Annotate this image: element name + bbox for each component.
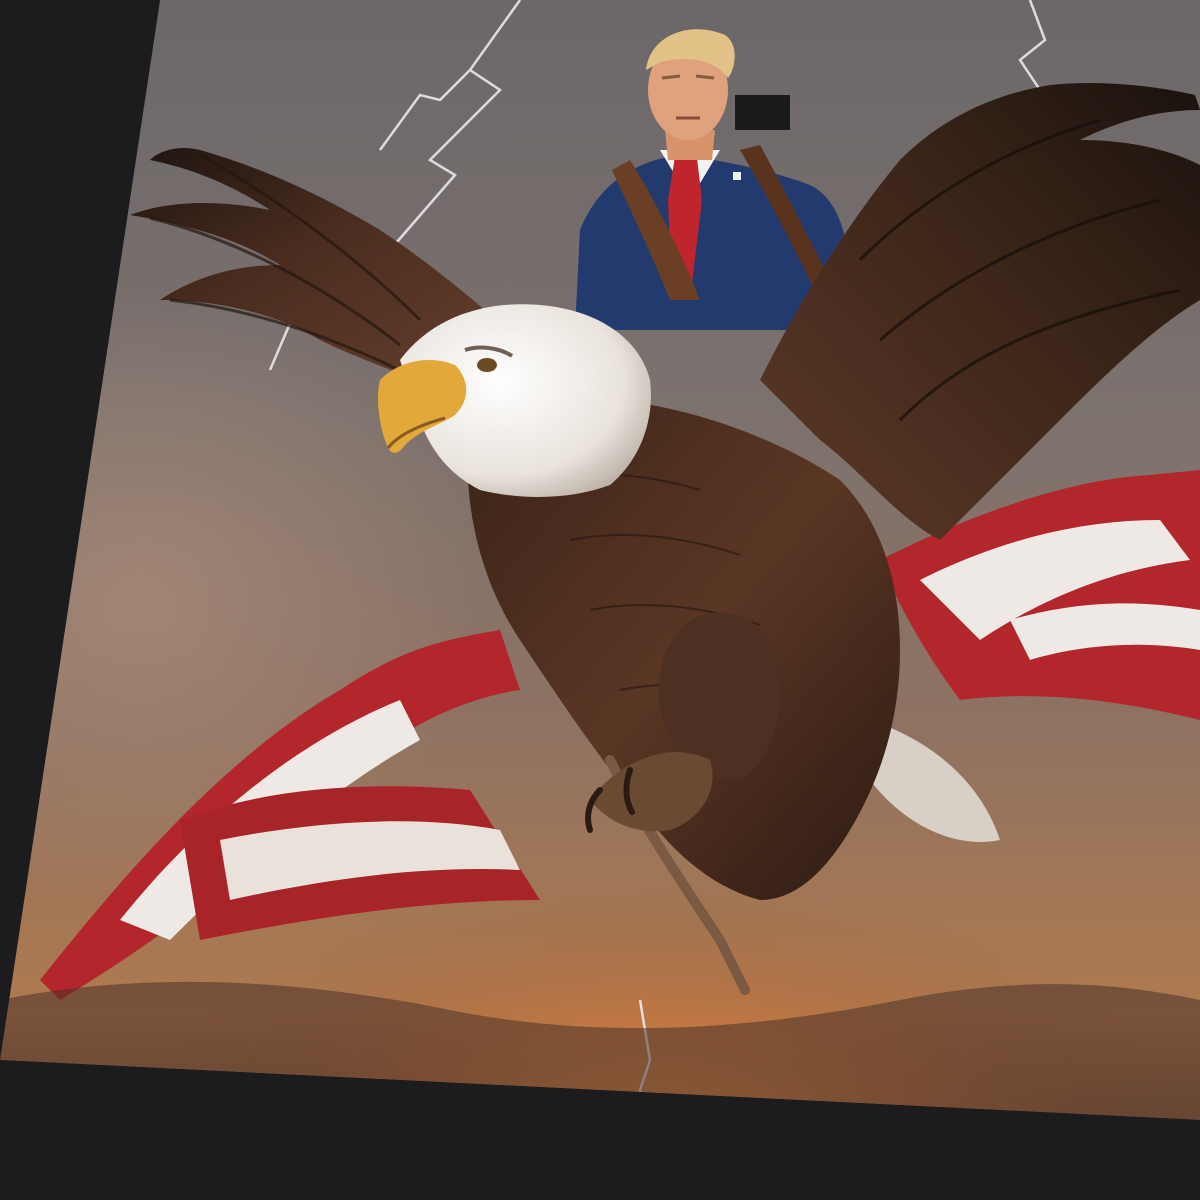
tshirt-print-scene: [0, 0, 1200, 1200]
rifle-butt: [735, 95, 790, 130]
print-area: [0, 0, 1200, 1120]
lapel-pin: [733, 172, 741, 180]
eagle-eye: [477, 358, 497, 372]
